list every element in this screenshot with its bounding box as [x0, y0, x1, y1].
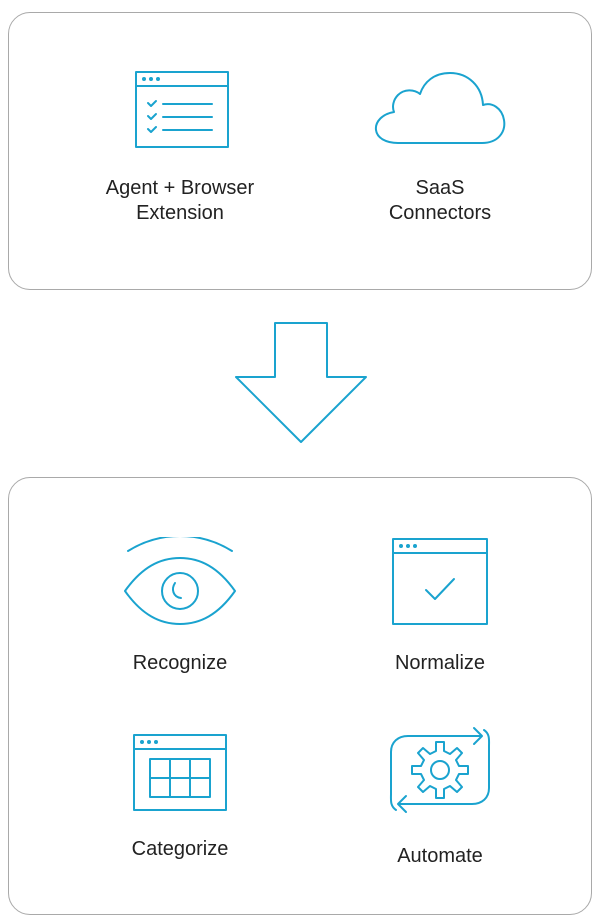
gear-cycle-icon — [389, 727, 491, 813]
recognize-item: Recognize — [80, 537, 280, 676]
automate-label: Automate — [397, 845, 483, 867]
down-arrow-icon — [235, 322, 367, 443]
label-line-2: Extension — [136, 202, 224, 224]
automate-item: Automate — [340, 720, 540, 869]
browser-grid-icon — [133, 734, 227, 811]
cloud-icon — [374, 72, 506, 144]
browser-checklist-icon — [135, 71, 229, 148]
saas-connectors-item: SaaS Connectors — [340, 70, 540, 226]
saas-connectors-label: SaaS Connectors — [389, 176, 491, 226]
agent-browser-extension-item: Agent + Browser Extension — [80, 70, 280, 226]
categorize-item: Categorize — [80, 733, 280, 862]
eye-icon — [124, 537, 236, 625]
categorize-label: Categorize — [131, 838, 229, 860]
recognize-label: Recognize — [132, 652, 228, 674]
agent-browser-extension-label: Agent + Browser Extension — [106, 176, 254, 226]
browser-check-icon — [392, 538, 488, 625]
normalize-item: Normalize — [340, 537, 540, 676]
label-line-2: Connectors — [388, 202, 492, 224]
normalize-label: Normalize — [394, 652, 486, 674]
label-line-1: Agent + Browser — [105, 177, 255, 199]
label-line-1: SaaS — [415, 177, 465, 199]
